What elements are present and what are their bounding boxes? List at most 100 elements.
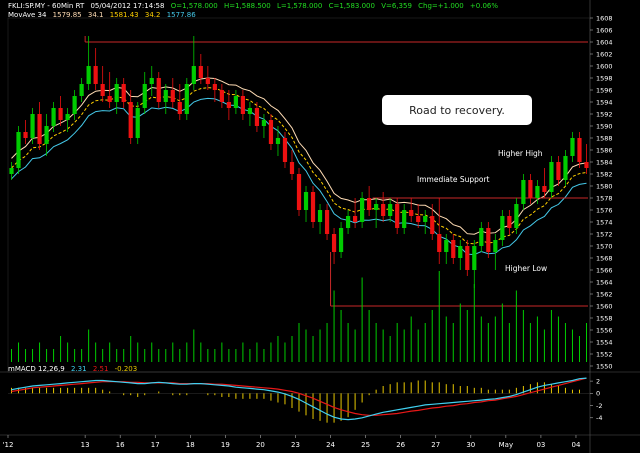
candle-body <box>451 240 456 258</box>
candle-body <box>163 90 168 102</box>
candle-body <box>528 180 533 198</box>
candle-body <box>107 96 112 102</box>
x-tick-label: 17 <box>151 441 160 449</box>
candle-body <box>345 216 351 228</box>
change-percent: +0.06% <box>469 2 499 10</box>
candle-body <box>395 204 400 228</box>
candle-body <box>317 210 323 222</box>
candle-body <box>219 90 224 102</box>
price-tick-label: 1586 <box>596 146 613 154</box>
x-tick-label: 30 <box>466 441 475 449</box>
candle-body <box>352 216 358 222</box>
candle-body <box>324 210 330 234</box>
price-tick-label: 1568 <box>596 254 613 262</box>
candle-body <box>381 204 386 216</box>
candle-body <box>72 96 77 114</box>
candle-body <box>51 108 56 126</box>
movave-v4: 34.2 <box>144 11 161 19</box>
candle-body <box>500 216 505 240</box>
price-tick-label: 1570 <box>596 242 613 250</box>
x-tick-label: 16 <box>116 441 125 449</box>
candle-body <box>444 240 449 252</box>
x-tick-label: 26 <box>396 441 405 449</box>
candle-body <box>430 216 435 234</box>
macd-v3: -0.203 <box>114 365 138 373</box>
candle-body <box>374 204 379 210</box>
candle-body <box>86 66 91 84</box>
candle-body <box>149 78 154 84</box>
price-tick-label: 1608 <box>596 14 613 22</box>
candle-body <box>191 66 196 84</box>
price-tick-label: 1578 <box>596 194 613 202</box>
x-tick-label: '12 <box>3 441 14 449</box>
change-value: Chg=+1.000 <box>418 2 464 10</box>
movave-name: MovAve 34 <box>8 11 47 19</box>
x-tick-label: 27 <box>431 441 440 449</box>
ohlc-low: L=1,578.000 <box>276 2 323 10</box>
candle-body <box>254 108 260 126</box>
candle-body <box>184 84 189 114</box>
candle-body <box>331 234 337 252</box>
x-tick-label: 18 <box>186 441 195 449</box>
price-tick-label: 1580 <box>596 182 613 190</box>
higher-high-label: Higher High <box>498 149 543 158</box>
x-tick-label: 25 <box>361 441 370 449</box>
macd-tick-label: 0 <box>596 390 600 398</box>
candle-body <box>170 90 175 102</box>
ohlc-close: C=1,583.000 <box>328 2 375 10</box>
macd-tick-label: -4 <box>596 414 602 422</box>
candle-body <box>58 108 63 120</box>
candle-body <box>275 138 281 144</box>
candle-body <box>142 84 147 108</box>
candle-body <box>423 216 428 222</box>
candle-body <box>360 198 365 222</box>
candle-body <box>458 246 463 258</box>
candle-body <box>198 66 203 78</box>
candle-body <box>556 162 561 180</box>
candle-body <box>584 162 589 168</box>
candle-body <box>409 210 414 216</box>
road-to-recovery-note: Road to recovery. <box>382 95 532 125</box>
candle-body <box>296 174 302 210</box>
x-tick-label: 13 <box>81 441 90 449</box>
candle-body <box>121 84 126 102</box>
candle-body <box>416 216 421 222</box>
movave-v1: 1579.85 <box>52 11 82 19</box>
fkli-price-chart: 1550 1552 1554 1556 1558 1560 1562 1564 1566 1568… <box>0 0 640 453</box>
macd-tick-label: 2 <box>596 377 600 385</box>
price-tick-label: 1552 <box>596 350 613 358</box>
volume-value: V=6,359 <box>381 2 412 10</box>
higher-low-label: Higher Low <box>505 264 548 273</box>
x-tick-label: 20 <box>256 441 265 449</box>
x-tick-label: 03 <box>536 441 545 449</box>
candle-body <box>65 114 70 120</box>
price-tick-label: 1598 <box>596 74 613 82</box>
candle-body <box>570 138 575 156</box>
price-tick-label: 1582 <box>596 170 613 178</box>
ohlc-high: H=1,588.500 <box>223 2 271 10</box>
price-tick-label: 1606 <box>596 26 613 34</box>
candle-body <box>205 78 210 84</box>
price-tick-label: 1574 <box>596 218 613 226</box>
candle-body <box>247 108 253 114</box>
candle-body <box>268 120 274 144</box>
candle-body <box>16 132 21 168</box>
price-tick-label: 1558 <box>596 314 613 322</box>
candle-body <box>114 84 119 102</box>
price-tick-label: 1576 <box>596 206 613 214</box>
candle-body <box>521 180 526 204</box>
candle-body <box>479 228 484 246</box>
x-tick-label: 23 <box>291 441 300 449</box>
price-tick-label: 1554 <box>596 338 613 346</box>
movave-v2: 34.1 <box>87 11 104 19</box>
candle-body <box>507 216 512 228</box>
price-tick-label: 1584 <box>596 158 613 166</box>
candle-body <box>282 138 288 162</box>
candle-body <box>100 84 105 96</box>
candle-body <box>535 186 540 198</box>
price-tick-label: 1556 <box>596 326 613 334</box>
candle-body <box>23 132 28 138</box>
candle-body <box>79 84 84 96</box>
price-header: FKLI:SP.MY - 60Min RT 05/04/2012 17:14:5… <box>8 2 502 10</box>
x-tick-label: 04 <box>572 441 581 449</box>
